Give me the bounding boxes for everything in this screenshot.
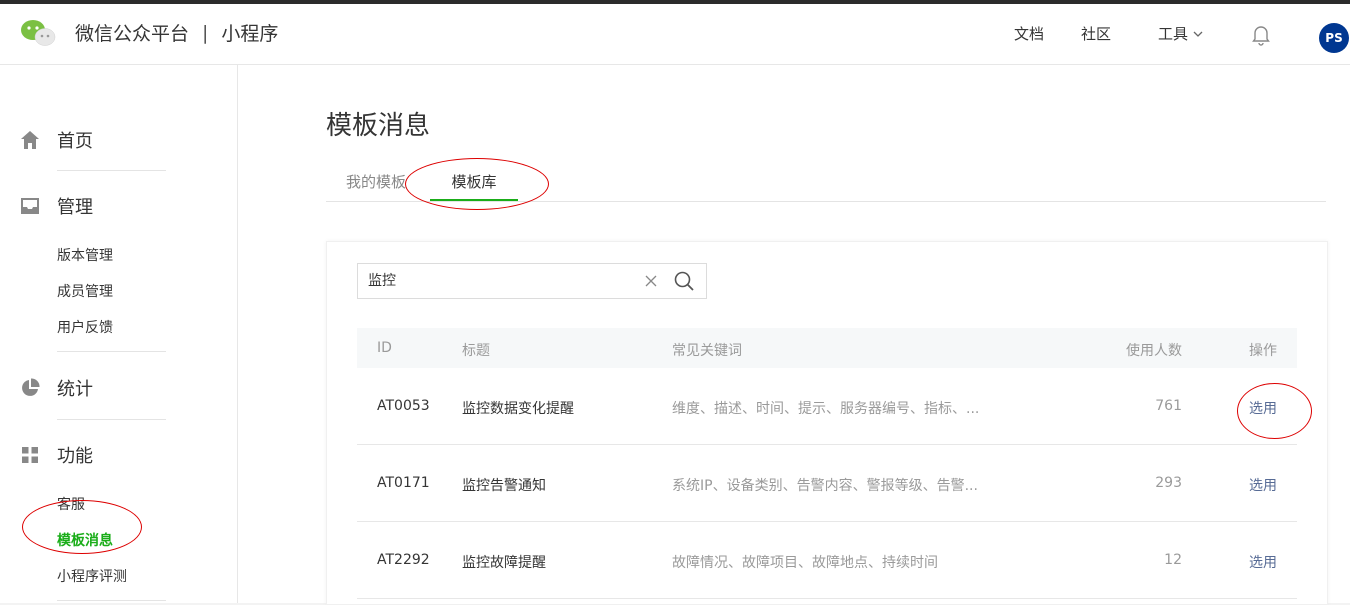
- select-button[interactable]: 选用: [1249, 475, 1277, 495]
- page-title: 模板消息: [326, 111, 431, 141]
- row-usage-count: 761: [1155, 398, 1182, 414]
- header-action: 操作: [1249, 343, 1277, 359]
- brand-separator: |: [202, 21, 209, 44]
- pie-chart-icon: [22, 378, 40, 396]
- sidebar: 首页 管理 版本管理 成员管理 用户反馈 统计 功能 客服 模板消息 小程序评测: [0, 65, 238, 603]
- row-title: 监控数据变化提醒: [462, 401, 574, 417]
- sidebar-item-evaluation[interactable]: 小程序评测: [57, 566, 127, 586]
- table-row: AT0171 监控告警通知 系统IP、设备类别、告警内容、警报等级、告警... …: [357, 445, 1297, 522]
- bell-icon[interactable]: [1251, 24, 1271, 46]
- sidebar-group-label: 统计: [57, 379, 93, 400]
- clear-icon[interactable]: [643, 273, 659, 289]
- template-table: ID 标题 常见关键词 使用人数 操作 AT0053 监控数据变化提醒 维度、描…: [357, 328, 1297, 599]
- table-row: AT0053 监控数据变化提醒 维度、描述、时间、提示、服务器编号、指标、...…: [357, 368, 1297, 445]
- divider: [57, 600, 166, 601]
- sidebar-group-features[interactable]: 功能: [20, 442, 93, 468]
- row-id: AT0171: [377, 475, 430, 491]
- row-title: 监控告警通知: [462, 478, 546, 494]
- header-id: ID: [377, 340, 392, 356]
- sidebar-group-manage[interactable]: 管理: [20, 193, 93, 219]
- row-keywords: 故障情况、故障项目、故障地点、持续时间: [672, 555, 938, 571]
- row-keywords: 系统IP、设备类别、告警内容、警报等级、告警...: [672, 478, 978, 494]
- search-box: [357, 263, 707, 299]
- grid-icon: [22, 447, 38, 463]
- nav-tools[interactable]: 工具: [1158, 23, 1204, 44]
- select-button[interactable]: 选用: [1249, 552, 1277, 572]
- search-icon[interactable]: [672, 269, 696, 293]
- row-title: 监控故障提醒: [462, 555, 546, 571]
- sidebar-group-stats[interactable]: 统计: [20, 375, 93, 401]
- sidebar-item-version[interactable]: 版本管理: [57, 245, 113, 265]
- sidebar-group-label: 管理: [57, 197, 93, 218]
- sidebar-item-members[interactable]: 成员管理: [57, 281, 113, 301]
- divider: [57, 351, 166, 352]
- active-tab-indicator: [430, 199, 518, 201]
- avatar[interactable]: PS: [1319, 23, 1349, 53]
- chevron-down-icon: [1193, 31, 1203, 37]
- sidebar-group-label: 首页: [57, 131, 93, 152]
- table-row: AT2292 监控故障提醒 故障情况、故障项目、故障地点、持续时间 12 选用: [357, 522, 1297, 599]
- divider: [57, 170, 166, 171]
- home-icon: [21, 131, 39, 149]
- sidebar-item-customer-service[interactable]: 客服: [57, 494, 85, 514]
- nav-tools-label: 工具: [1158, 25, 1189, 43]
- nav-docs[interactable]: 文档: [1014, 23, 1044, 44]
- search-input[interactable]: [368, 271, 628, 289]
- row-usage-count: 12: [1164, 552, 1182, 568]
- tab-my-templates[interactable]: 我的模板: [346, 171, 406, 192]
- main-content: 模板消息 我的模板 模板库 ID 标题 常见关键词 使用人数 操作 AT0053…: [238, 65, 1350, 605]
- sidebar-item-template-message[interactable]: 模板消息: [57, 530, 113, 550]
- header-usage-count: 使用人数: [1126, 343, 1182, 359]
- header-title: 标题: [462, 343, 490, 359]
- brand-title[interactable]: 微信公众平台 | 小程序: [75, 19, 278, 46]
- row-id: AT0053: [377, 398, 430, 414]
- sidebar-group-label: 功能: [57, 446, 93, 467]
- select-button[interactable]: 选用: [1249, 398, 1277, 418]
- wechat-logo-icon: [21, 20, 56, 46]
- header-keywords: 常见关键词: [672, 343, 742, 359]
- sidebar-item-feedback[interactable]: 用户反馈: [57, 317, 113, 337]
- row-usage-count: 293: [1155, 475, 1182, 491]
- sidebar-group-home[interactable]: 首页: [20, 127, 93, 153]
- tab-bar: 我的模板 模板库: [326, 165, 1326, 202]
- tab-template-library[interactable]: 模板库: [430, 171, 518, 192]
- top-header: 微信公众平台 | 小程序 文档 社区 工具 PS: [0, 4, 1350, 65]
- nav-community[interactable]: 社区: [1081, 23, 1111, 44]
- brand-platform: 微信公众平台: [75, 23, 190, 45]
- template-library-panel: ID 标题 常见关键词 使用人数 操作 AT0053 监控数据变化提醒 维度、描…: [326, 241, 1328, 605]
- table-header: ID 标题 常见关键词 使用人数 操作: [357, 328, 1297, 368]
- row-keywords: 维度、描述、时间、提示、服务器编号、指标、...: [672, 401, 980, 417]
- divider: [57, 419, 166, 420]
- inbox-icon: [21, 198, 39, 214]
- brand-product: 小程序: [221, 23, 279, 45]
- row-id: AT2292: [377, 552, 430, 568]
